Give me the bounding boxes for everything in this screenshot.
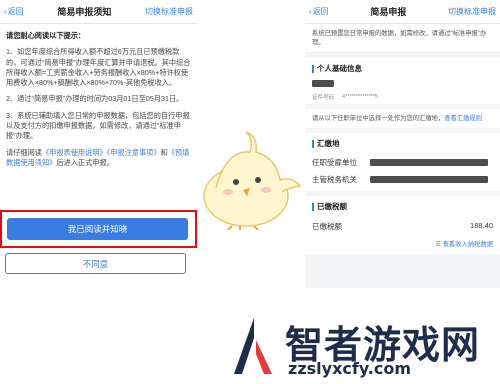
- section-title: 已缴税额: [305, 196, 500, 217]
- page-title: 简易申报须知: [57, 7, 112, 17]
- name-row: [305, 79, 500, 90]
- employer-label: 任职受雇单位: [312, 158, 357, 167]
- prefill-notice: 系统已预置您日常申报的数据，如需修改，请通过“标准申报”办理。: [305, 24, 500, 53]
- employer-row[interactable]: 任职受雇单位: [305, 154, 500, 171]
- paid-tax-row: 已缴税额 188.40: [305, 217, 500, 236]
- brand-logo-icon: [234, 318, 272, 374]
- notice-body: 请您耐心阅读以下提示： 1、如您年度综合所得收入额不超过6万元且已预缴税款的，可…: [0, 24, 197, 168]
- redacted-employer: [370, 159, 488, 166]
- notice-paragraph-1: 1、如您年度综合所得收入额不超过6万元且已预缴税款的，可通过“简易申报”办理年度…: [6, 47, 191, 88]
- personal-info-section: 个人基础信息 证件号码 4**************5: [305, 58, 500, 104]
- id-value: 4**************5: [342, 94, 379, 100]
- notice-paragraph-2: 2、通过“简易申报”办理的时间为03月01日至05月31日。: [6, 94, 184, 104]
- section-title: 个人基础信息: [305, 58, 500, 79]
- back-button[interactable]: ‹ 返回: [4, 6, 24, 17]
- chick-mascot-icon: [203, 131, 302, 230]
- back-button[interactable]: ‹ 返回: [309, 6, 329, 17]
- switch-standard-button[interactable]: 切换标准申报: [448, 6, 496, 17]
- notice-paragraph-4: 请仔细阅读《申报表使用说明》《申报注意事项》和《预填数据使用须知》后进入正式申报…: [6, 147, 190, 167]
- section-title: 汇缴地: [305, 133, 500, 154]
- link-notes[interactable]: 《申报注意事项》: [107, 148, 161, 157]
- link-form-guide[interactable]: 《申报表使用说明》: [42, 148, 107, 157]
- highlight-box: 我已阅读并知晓: [0, 210, 197, 248]
- notice-paragraph-3: 3、系统已辅助填入您日常的申报数据，包括您的自行申报以及支付方的扣缴申报数据，如…: [6, 110, 190, 141]
- view-rules-link[interactable]: 查看汇缴规则: [444, 115, 482, 122]
- switch-standard-button[interactable]: 切换标准申报: [145, 6, 193, 17]
- redacted-name: [312, 80, 334, 87]
- view-income-link[interactable]: ☰ 查看收入纳税数据: [305, 236, 500, 254]
- disagree-button[interactable]: 不同意: [5, 253, 186, 274]
- watermark-url: zzslyxcfy.com: [288, 359, 412, 378]
- id-row: 证件号码 4**************5: [305, 90, 500, 104]
- right-phone-screen: ‹ 返回 简易申报 切换标准申报 系统已预置您日常申报的数据，如需修改，请通过“…: [305, 0, 500, 288]
- paid-tax-section: 已缴税额 已缴税额 188.40 ☰ 查看收入纳税数据: [305, 196, 500, 254]
- agree-button[interactable]: 我已阅读并知晓: [7, 218, 188, 240]
- filing-place-section: 汇缴地 任职受雇单位 主管税务机关: [305, 133, 500, 191]
- left-nav-bar: ‹ 返回 简易申报须知 切换标准申报: [0, 0, 197, 24]
- page-title: 简易申报: [370, 7, 407, 17]
- chevron-left-icon: ‹: [4, 7, 7, 16]
- list-icon: ☰: [435, 241, 441, 248]
- filing-place-tip: 请从以下任职单位中选择一处作为您的汇缴地，查看汇缴规则: [305, 109, 500, 128]
- notice-heading: 请您耐心阅读以下提示：: [6, 31, 86, 40]
- right-nav-bar: ‹ 返回 简易申报 切换标准申报: [305, 0, 500, 24]
- tax-office-label: 主管税务机关: [312, 175, 357, 184]
- redacted-tax-office: [370, 176, 488, 183]
- chevron-left-icon: ‹: [309, 7, 312, 16]
- left-phone-screen: ‹ 返回 简易申报须知 切换标准申报 请您耐心阅读以下提示： 1、如您年度综合所…: [0, 0, 197, 288]
- paid-tax-value: 188.40: [470, 221, 493, 230]
- paid-tax-label: 已缴税额: [312, 222, 342, 231]
- id-label: 证件号码: [312, 95, 335, 101]
- tax-office-row[interactable]: 主管税务机关: [305, 171, 500, 191]
